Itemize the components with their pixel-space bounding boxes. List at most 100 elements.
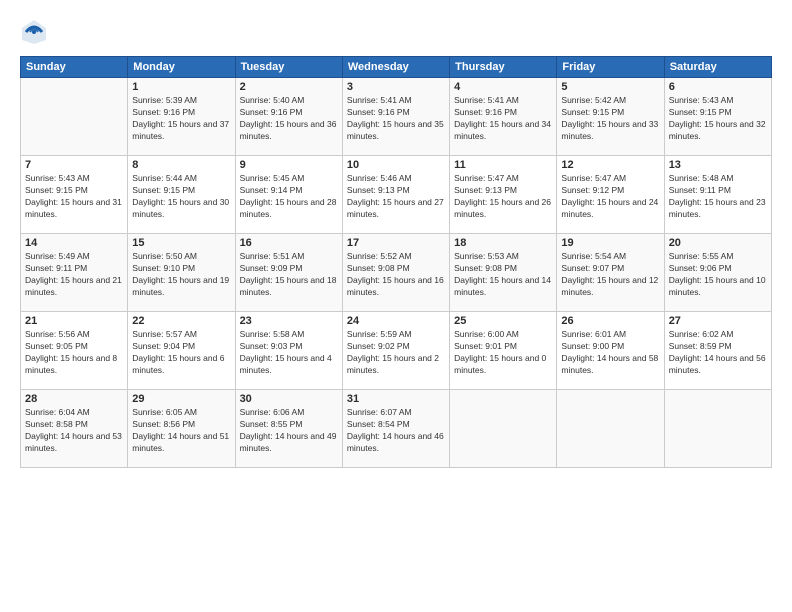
day-number: 16 (240, 237, 338, 249)
weekday-header-row: SundayMondayTuesdayWednesdayThursdayFrid… (21, 57, 772, 78)
calendar-cell: 19 Sunrise: 5:54 AM Sunset: 9:07 PM Dayli… (557, 234, 664, 312)
calendar-cell: 31Sunrise: 6:07 AM Sunset: 8:54 PM Dayli… (342, 390, 449, 468)
day-number: 19 (561, 237, 659, 249)
calendar-cell: 2Sunrise: 5:40 AM Sunset: 9:16 PM Daylig… (235, 78, 342, 156)
calendar-table: SundayMondayTuesdayWednesdayThursdayFrid… (20, 56, 772, 468)
day-number: 22 (132, 315, 230, 327)
weekday-header-monday: Monday (128, 57, 235, 78)
calendar-cell: 11Sunrise: 5:47 AM Sunset: 9:13 PM Dayli… (450, 156, 557, 234)
day-number: 30 (240, 393, 338, 405)
week-row-5: 28 Sunrise: 6:04 AM Sunset: 8:58 PM Dayli… (21, 390, 772, 468)
day-number: 8 (132, 159, 230, 171)
calendar-cell: 20Sunrise: 5:55 AM Sunset: 9:06 PM Dayli… (664, 234, 771, 312)
calendar-cell: 17Sunrise: 5:52 AM Sunset: 9:08 PM Dayli… (342, 234, 449, 312)
day-info: Sunrise: 5:46 AM Sunset: 9:13 PM Dayligh… (347, 173, 445, 221)
day-number: 5 (561, 81, 659, 93)
day-info: Sunrise: 5:44 AM Sunset: 9:15 PM Dayligh… (132, 173, 230, 221)
day-number: 7 (25, 159, 123, 171)
calendar-cell: 6 Sunrise: 5:43 AM Sunset: 9:15 PM Daylig… (664, 78, 771, 156)
calendar-cell: 22 Sunrise: 5:57 AM Sunset: 9:04 PM Dayli… (128, 312, 235, 390)
day-info: Sunrise: 5:39 AM Sunset: 9:16 PM Dayligh… (132, 95, 230, 143)
day-number: 1 (132, 81, 230, 93)
day-info: Sunrise: 5:41 AM Sunset: 9:16 PM Dayligh… (347, 95, 445, 143)
day-number: 26 (561, 315, 659, 327)
day-info: Sunrise: 6:07 AM Sunset: 8:54 PM Dayligh… (347, 407, 445, 455)
day-info: Sunrise: 5:54 AM Sunset: 9:07 PM Dayligh… (561, 251, 659, 299)
day-number: 10 (347, 159, 445, 171)
day-number: 14 (25, 237, 123, 249)
day-number: 20 (669, 237, 767, 249)
day-info: Sunrise: 5:42 AM Sunset: 9:15 PM Dayligh… (561, 95, 659, 143)
calendar-cell: 23 Sunrise: 5:58 AM Sunset: 9:03 PM Dayli… (235, 312, 342, 390)
day-info: Sunrise: 5:48 AM Sunset: 9:11 PM Dayligh… (669, 173, 767, 221)
calendar-cell: 5 Sunrise: 5:42 AM Sunset: 9:15 PM Daylig… (557, 78, 664, 156)
day-info: Sunrise: 6:04 AM Sunset: 8:58 PM Dayligh… (25, 407, 123, 455)
week-row-3: 14Sunrise: 5:49 AM Sunset: 9:11 PM Dayli… (21, 234, 772, 312)
week-row-2: 7 Sunrise: 5:43 AM Sunset: 9:15 PM Daylig… (21, 156, 772, 234)
day-number: 21 (25, 315, 123, 327)
day-info: Sunrise: 5:51 AM Sunset: 9:09 PM Dayligh… (240, 251, 338, 299)
day-info: Sunrise: 5:59 AM Sunset: 9:02 PM Dayligh… (347, 329, 445, 377)
calendar-cell: 18 Sunrise: 5:53 AM Sunset: 9:08 PM Dayli… (450, 234, 557, 312)
calendar-cell: 7 Sunrise: 5:43 AM Sunset: 9:15 PM Daylig… (21, 156, 128, 234)
calendar-page: SundayMondayTuesdayWednesdayThursdayFrid… (0, 0, 792, 612)
calendar-cell: 25 Sunrise: 6:00 AM Sunset: 9:01 PM Dayli… (450, 312, 557, 390)
weekday-header-thursday: Thursday (450, 57, 557, 78)
day-info: Sunrise: 5:43 AM Sunset: 9:15 PM Dayligh… (669, 95, 767, 143)
day-info: Sunrise: 5:52 AM Sunset: 9:08 PM Dayligh… (347, 251, 445, 299)
day-number: 12 (561, 159, 659, 171)
calendar-cell: 12 Sunrise: 5:47 AM Sunset: 9:12 PM Dayli… (557, 156, 664, 234)
calendar-cell: 27Sunrise: 6:02 AM Sunset: 8:59 PM Dayli… (664, 312, 771, 390)
weekday-header-wednesday: Wednesday (342, 57, 449, 78)
day-info: Sunrise: 5:53 AM Sunset: 9:08 PM Dayligh… (454, 251, 552, 299)
calendar-cell: 1 Sunrise: 5:39 AM Sunset: 9:16 PM Daylig… (128, 78, 235, 156)
calendar-cell (557, 390, 664, 468)
day-info: Sunrise: 5:47 AM Sunset: 9:13 PM Dayligh… (454, 173, 552, 221)
day-number: 25 (454, 315, 552, 327)
calendar-cell: 21 Sunrise: 5:56 AM Sunset: 9:05 PM Dayli… (21, 312, 128, 390)
day-info: Sunrise: 6:00 AM Sunset: 9:01 PM Dayligh… (454, 329, 552, 377)
day-info: Sunrise: 5:47 AM Sunset: 9:12 PM Dayligh… (561, 173, 659, 221)
day-number: 3 (347, 81, 445, 93)
calendar-cell: 30 Sunrise: 6:06 AM Sunset: 8:55 PM Dayli… (235, 390, 342, 468)
day-info: Sunrise: 5:43 AM Sunset: 9:15 PM Dayligh… (25, 173, 123, 221)
day-info: Sunrise: 5:57 AM Sunset: 9:04 PM Dayligh… (132, 329, 230, 377)
weekday-header-tuesday: Tuesday (235, 57, 342, 78)
day-number: 23 (240, 315, 338, 327)
day-number: 9 (240, 159, 338, 171)
day-info: Sunrise: 5:45 AM Sunset: 9:14 PM Dayligh… (240, 173, 338, 221)
day-number: 4 (454, 81, 552, 93)
week-row-1: 1 Sunrise: 5:39 AM Sunset: 9:16 PM Daylig… (21, 78, 772, 156)
day-info: Sunrise: 5:56 AM Sunset: 9:05 PM Dayligh… (25, 329, 123, 377)
calendar-cell: 29 Sunrise: 6:05 AM Sunset: 8:56 PM Dayli… (128, 390, 235, 468)
day-info: Sunrise: 5:58 AM Sunset: 9:03 PM Dayligh… (240, 329, 338, 377)
day-number: 29 (132, 393, 230, 405)
day-number: 27 (669, 315, 767, 327)
day-number: 13 (669, 159, 767, 171)
weekday-header-saturday: Saturday (664, 57, 771, 78)
day-number: 28 (25, 393, 123, 405)
week-row-4: 21 Sunrise: 5:56 AM Sunset: 9:05 PM Dayli… (21, 312, 772, 390)
day-info: Sunrise: 5:50 AM Sunset: 9:10 PM Dayligh… (132, 251, 230, 299)
calendar-cell: 9 Sunrise: 5:45 AM Sunset: 9:14 PM Daylig… (235, 156, 342, 234)
calendar-cell: 26 Sunrise: 6:01 AM Sunset: 9:00 PM Dayli… (557, 312, 664, 390)
day-number: 15 (132, 237, 230, 249)
day-info: Sunrise: 6:01 AM Sunset: 9:00 PM Dayligh… (561, 329, 659, 377)
day-number: 24 (347, 315, 445, 327)
calendar-cell (450, 390, 557, 468)
weekday-header-friday: Friday (557, 57, 664, 78)
day-number: 18 (454, 237, 552, 249)
day-info: Sunrise: 6:06 AM Sunset: 8:55 PM Dayligh… (240, 407, 338, 455)
calendar-cell: 3 Sunrise: 5:41 AM Sunset: 9:16 PM Daylig… (342, 78, 449, 156)
day-info: Sunrise: 6:05 AM Sunset: 8:56 PM Dayligh… (132, 407, 230, 455)
calendar-cell: 13 Sunrise: 5:48 AM Sunset: 9:11 PM Dayli… (664, 156, 771, 234)
calendar-cell (664, 390, 771, 468)
day-number: 6 (669, 81, 767, 93)
calendar-cell: 15 Sunrise: 5:50 AM Sunset: 9:10 PM Dayli… (128, 234, 235, 312)
logo (20, 18, 52, 46)
header (20, 18, 772, 46)
calendar-cell: 8 Sunrise: 5:44 AM Sunset: 9:15 PM Daylig… (128, 156, 235, 234)
logo-icon (20, 18, 48, 46)
weekday-header-sunday: Sunday (21, 57, 128, 78)
calendar-cell: 28 Sunrise: 6:04 AM Sunset: 8:58 PM Dayli… (21, 390, 128, 468)
